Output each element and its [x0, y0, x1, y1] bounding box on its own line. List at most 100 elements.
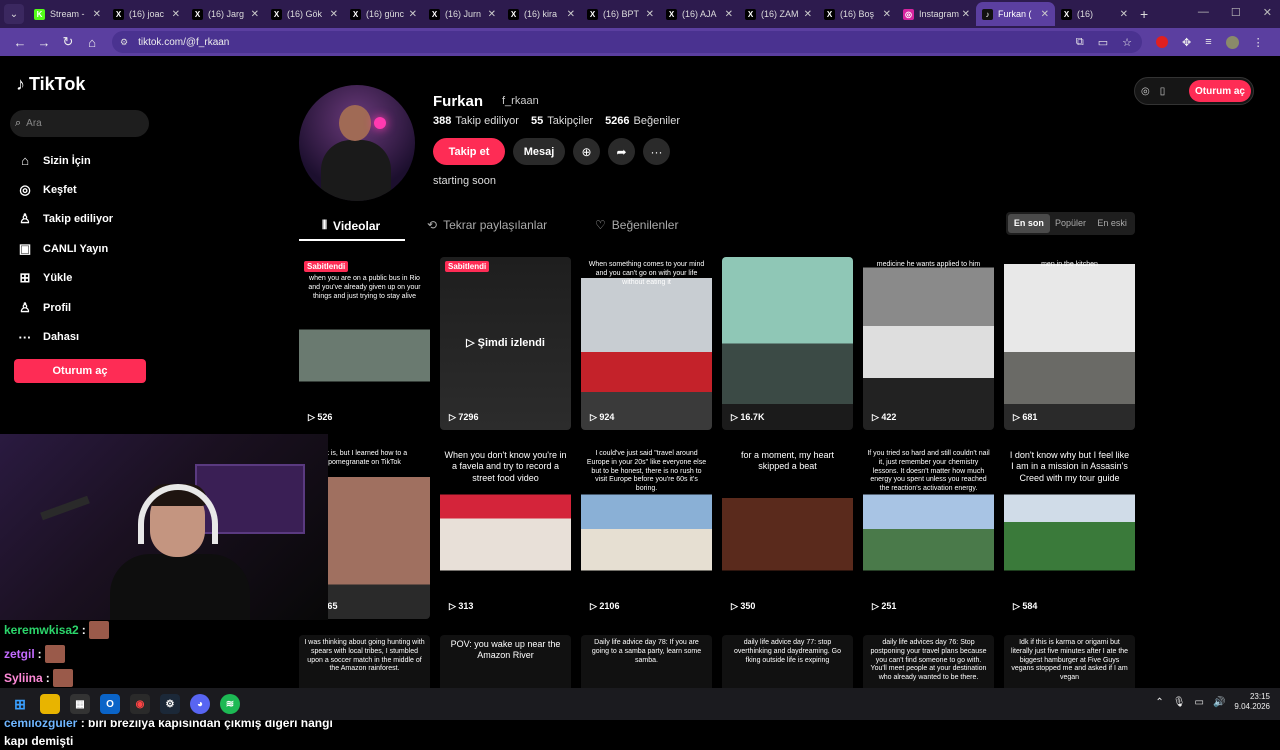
add-friend-icon[interactable]: ⊕ — [573, 138, 600, 165]
device-icon[interactable]: ▯ — [1160, 86, 1166, 97]
video-card[interactable]: Idk if this is karma or origami but lite… — [1004, 635, 1135, 693]
browser-tab[interactable]: X (16) AJA ✕ — [660, 2, 739, 26]
tab-close-icon[interactable]: ✕ — [93, 9, 101, 20]
sidebar-item[interactable]: ♙ Takip ediliyor — [16, 205, 113, 234]
video-card[interactable]: When you don't know you're in a favela a… — [440, 446, 571, 619]
browser-tab[interactable]: X (16) Jurn ✕ — [423, 2, 502, 26]
follow-button[interactable]: Takip et — [433, 138, 505, 165]
sidebar-item[interactable]: ⌂ Sizin İçin — [16, 146, 113, 175]
sort-newest[interactable]: En son — [1008, 214, 1050, 233]
sidebar-item[interactable]: ··· Dahası — [16, 322, 113, 351]
close-window-button[interactable]: ✕ — [1263, 6, 1272, 19]
sort-oldest[interactable]: En eski — [1091, 214, 1133, 233]
browser-tab[interactable]: ◎ Instagram ✕ — [897, 2, 976, 26]
chrome-icon[interactable]: ◉ — [130, 694, 150, 714]
tab-close-icon[interactable]: ✕ — [330, 9, 338, 20]
tab-close-icon[interactable]: ✕ — [646, 9, 654, 20]
browser-tab[interactable]: ♪ Furkan (✕ — [976, 2, 1055, 26]
tab-close-icon[interactable]: ✕ — [251, 9, 259, 20]
steam-icon[interactable]: ⚙ — [160, 694, 180, 714]
display-icon[interactable]: ▭ — [1195, 697, 1204, 708]
browser-tab[interactable]: X (16) ✕ — [1055, 2, 1134, 26]
tab-search-button[interactable]: ⌄ — [4, 4, 24, 24]
following-stat[interactable]: 388 Takip ediliyor — [433, 115, 519, 127]
browser-tab[interactable]: X (16) Gök ✕ — [265, 2, 344, 26]
message-button[interactable]: Mesaj — [513, 138, 565, 165]
discord-icon[interactable]: ◕ — [190, 694, 210, 714]
video-card[interactable]: men in the kitchen ▷ 681 — [1004, 257, 1135, 430]
video-card[interactable]: medicine he wants applied to him ▷ 422 — [863, 257, 994, 430]
url-field[interactable]: ⚙ tiktok.com/@f_rkaan ⧉ ▭ ☆ — [112, 31, 1142, 53]
extension-icon[interactable] — [1156, 36, 1168, 48]
extensions-puzzle-icon[interactable]: ✥ — [1182, 36, 1191, 49]
sidebar-item[interactable]: ◎ Keşfet — [16, 175, 113, 204]
browser-tab[interactable]: X (16) BPT ✕ — [581, 2, 660, 26]
search-input[interactable]: ⌕ Ara — [10, 110, 149, 137]
file-explorer-icon[interactable] — [40, 694, 60, 714]
video-card[interactable]: If you tried so hard and still couldn't … — [863, 446, 994, 619]
video-card[interactable]: When something comes to your mind and yo… — [581, 257, 712, 430]
chevron-up-icon[interactable]: ⌃ — [1155, 697, 1163, 708]
browser-tab[interactable]: X (16) Jarg ✕ — [186, 2, 265, 26]
video-card[interactable]: I could've just said "travel around Euro… — [581, 446, 712, 619]
browser-tab[interactable]: X (16) kira ✕ — [502, 2, 581, 26]
install-app-icon[interactable]: ▭ — [1098, 36, 1108, 49]
outlook-icon[interactable]: O — [100, 694, 120, 714]
forward-button[interactable]: → — [32, 35, 56, 50]
tab-close-icon[interactable]: ✕ — [488, 9, 496, 20]
video-card[interactable]: Sabitlendi ▷ Şimdi izlendi ▷ 7296 — [440, 257, 571, 430]
tiktok-logo[interactable]: ♪ TikTok — [16, 74, 85, 95]
tab-videos[interactable]: ⫴ Videolar — [322, 218, 380, 233]
microphone-icon[interactable]: 🎙 — [1173, 697, 1186, 708]
tab-reposts[interactable]: ⟲ Tekrar paylaşılanlar — [427, 218, 547, 232]
video-card[interactable]: I don't know why but I feel like I am in… — [1004, 446, 1135, 619]
sidebar-item[interactable]: ♙ Profil — [16, 293, 113, 322]
sidebar-login-button[interactable]: Oturum aç — [14, 359, 146, 383]
minimize-button[interactable]: — — [1198, 6, 1209, 19]
home-button[interactable]: ⌂ — [80, 35, 104, 50]
back-button[interactable]: ← — [8, 35, 32, 50]
tab-close-icon[interactable]: ✕ — [567, 9, 575, 20]
video-card[interactable]: Sabitlendi when you are on a public bus i… — [299, 257, 430, 430]
tab-close-icon[interactable]: ✕ — [172, 9, 180, 20]
tab-close-icon[interactable]: ✕ — [804, 9, 812, 20]
browser-tab[interactable]: X (16) joac ✕ — [107, 2, 186, 26]
tab-liked[interactable]: ♡ Beğenilenler — [595, 218, 678, 232]
browser-tab[interactable]: X (16) Boş ✕ — [818, 2, 897, 26]
site-info-icon[interactable]: ⚙ — [120, 37, 128, 48]
tab-close-icon[interactable]: ✕ — [1120, 9, 1128, 20]
header-login-button[interactable]: Oturum aç — [1189, 80, 1251, 102]
profile-avatar[interactable] — [1225, 35, 1239, 49]
browser-menu-icon[interactable]: ⋮ — [1253, 36, 1264, 49]
tab-close-icon[interactable]: ✕ — [962, 9, 970, 20]
video-card[interactable]: Daily life advice day 78: If you are goi… — [581, 635, 712, 693]
translate-icon[interactable]: ⧉ — [1076, 36, 1084, 49]
volume-icon[interactable]: 🔊 — [1213, 697, 1225, 708]
clock[interactable]: 23:15 9.04.2026 — [1234, 692, 1270, 713]
maximize-button[interactable]: ☐ — [1231, 6, 1241, 19]
browser-tab[interactable]: X (16) ZAM ✕ — [739, 2, 818, 26]
sidebar-item[interactable]: ⊞ Yükle — [16, 264, 113, 293]
video-card[interactable]: POV: you wake up near the Amazon River — [440, 635, 571, 693]
browser-tab[interactable]: K Stream - ✕ — [28, 2, 107, 26]
store-icon[interactable]: ▦ — [70, 694, 90, 714]
followers-stat[interactable]: 55 Takipçiler — [531, 115, 593, 127]
video-card[interactable]: daily life advices day 76: Stop postponi… — [863, 635, 994, 693]
compass-icon[interactable]: ◎ — [1141, 86, 1150, 97]
video-card[interactable]: ▷ 16.7K — [722, 257, 853, 430]
video-card[interactable]: daily life advice day 77: stop overthink… — [722, 635, 853, 693]
spotify-icon[interactable]: ≋ — [220, 694, 240, 714]
share-icon[interactable]: ➦ — [608, 138, 635, 165]
browser-tab[interactable]: X (16) günc ✕ — [344, 2, 423, 26]
more-options-icon[interactable]: ··· — [643, 138, 670, 165]
tab-close-icon[interactable]: ✕ — [883, 9, 891, 20]
windows-start-icon[interactable]: ⊞ — [10, 694, 30, 714]
sort-popular[interactable]: Popüler — [1050, 214, 1092, 233]
video-card[interactable]: for a moment, my heart skipped a beat ▷ 3… — [722, 446, 853, 619]
new-tab-button[interactable]: + — [1140, 6, 1148, 22]
reading-list-icon[interactable]: ≡ — [1205, 36, 1211, 48]
reload-button[interactable]: ↻ — [56, 34, 80, 50]
bookmark-star-icon[interactable]: ☆ — [1122, 36, 1132, 49]
sidebar-item[interactable]: ▣ CANLI Yayın — [16, 234, 113, 263]
tab-close-icon[interactable]: ✕ — [725, 9, 733, 20]
